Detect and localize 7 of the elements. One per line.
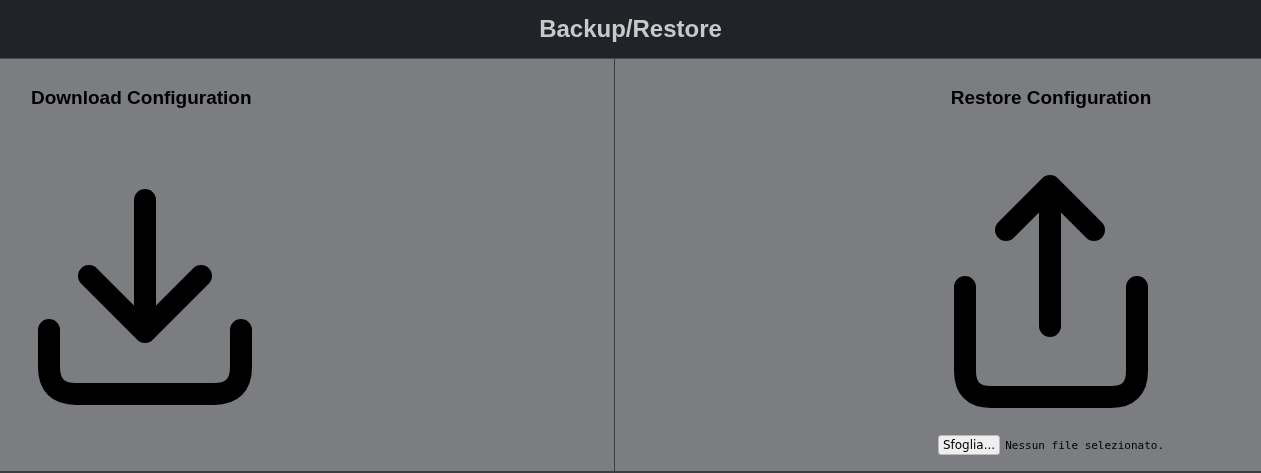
upload-icon[interactable] [954,175,1148,411]
section-title: Download Configuration [31,87,253,109]
file-status: Nessun file selezionato. [1005,438,1165,452]
section-title: Restore Configuration [950,87,1152,109]
browse-button[interactable]: Sfoglia... [937,435,1001,455]
download-icon[interactable] [38,189,252,405]
page-title: Backup/Restore [539,15,722,43]
